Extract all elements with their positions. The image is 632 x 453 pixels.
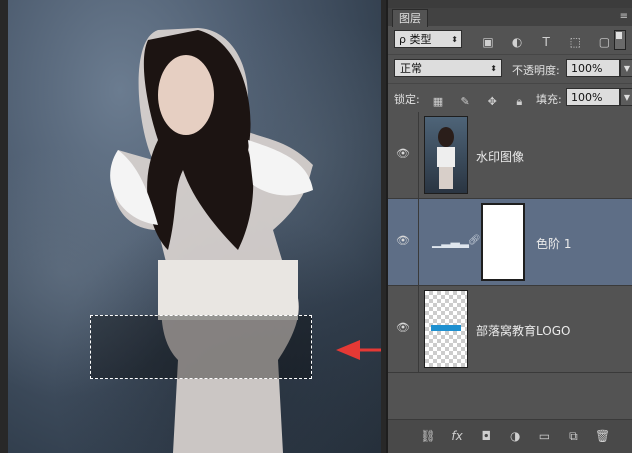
eye-icon[interactable]: 👁︎ [396,234,410,248]
smart-object-filter-icon[interactable]: ▢ [596,34,612,50]
logo-mark [431,325,461,331]
adjustment-icon[interactable]: ◑ [505,420,525,453]
lock-position-icon[interactable]: ✥ [484,95,500,108]
filter-label: ρ 类型 [399,33,432,46]
layer-row[interactable]: 👁︎ 部落窝教育LOGO [388,286,632,373]
lock-row: 锁定: ▦ ✎ ✥ 🔒︎ 填充: 100% ▼ [388,84,632,113]
layer-name: 水印图像 [476,150,525,164]
layers-bottom-toolbar: ⛓︎ fx ◘ ◑ ▭ ⧉ 🗑︎ [388,419,632,453]
panel-menu-icon[interactable]: ≡ [620,11,628,22]
layer-name: 色阶 1 [536,237,572,251]
link-icon[interactable]: 🔗︎ [468,235,481,246]
new-layer-icon[interactable]: ⧉ [563,420,583,453]
layer-mask-thumbnail[interactable] [481,203,525,281]
levels-adjustment-icon: ▁▂▃▂ [432,234,469,248]
layer-row-selected[interactable]: 👁︎ ▁▂▃▂ 🔗︎ 色阶 1 [388,199,632,286]
marquee-selection[interactable] [90,315,312,379]
adjustment-filter-icon[interactable]: ◐ [509,34,525,50]
pixel-filter-icon[interactable]: ▣ [480,34,496,50]
lock-all-icon[interactable]: 🔒︎ [511,95,527,109]
opacity-dropdown-icon[interactable]: ▼ [620,59,632,77]
blend-mode-select[interactable]: 正常 ⬍ [394,59,502,77]
blend-row: 正常 ⬍ 不透明度: 100% ▼ [388,55,632,84]
layer-row[interactable]: 👁︎ 水印图像 [388,112,632,199]
fill-label: 填充: [536,93,562,106]
lock-image-icon[interactable]: ✎ [457,95,473,108]
layers-panel: 图层 ≡ ρ 类型 ⬍ ▣ ◐ T ⬚ ▢ 正常 ⬍ 不透明度: 100% ▼ … [386,0,632,453]
divider [418,286,419,372]
filter-row: ρ 类型 ⬍ ▣ ◐ T ⬚ ▢ [388,26,632,55]
canvas-area[interactable] [0,0,386,453]
layers-list: 👁︎ 水印图像 👁︎ ▁▂▃▂ 🔗︎ 色阶 1 👁︎ 部落窝教育LOGO [388,112,632,420]
panel-tabrow: 图层 ≡ [388,8,632,27]
eye-icon[interactable]: 👁︎ [396,147,410,161]
lock-transparent-icon[interactable]: ▦ [430,95,446,108]
panel-topbar [388,0,632,8]
blend-mode-value: 正常 [400,62,422,75]
model-figure [110,28,313,453]
link-layers-icon[interactable]: ⛓︎ [418,420,438,453]
shape-filter-icon[interactable]: ⬚ [567,34,583,50]
lock-label: 锁定: [394,93,420,106]
thumbnail-figure [437,127,455,189]
trash-icon[interactable]: 🗑︎ [593,420,613,453]
filter-toggle[interactable] [614,30,626,50]
red-arrow-annotation [336,340,381,360]
layer-name: 部落窝教育LOGO [476,324,571,338]
add-mask-icon[interactable]: ◘ [476,420,496,453]
divider [418,199,419,285]
fx-icon[interactable]: fx [447,420,467,453]
fill-dropdown-icon[interactable]: ▼ [620,88,632,106]
document-photo[interactable] [8,0,381,453]
divider [418,112,419,198]
eye-icon[interactable]: 👁︎ [396,321,410,335]
folder-icon[interactable]: ▭ [534,420,554,453]
layer-thumbnail [424,116,468,194]
layer-thumbnail [424,290,468,368]
select-arrows-icon: ⬍ [490,64,497,73]
fill-input[interactable]: 100% [566,88,620,106]
opacity-label: 不透明度: [512,64,560,77]
type-filter-icon[interactable]: T [538,34,554,50]
select-arrows-icon: ⬍ [451,35,458,44]
lock-buttons: ▦ ✎ ✥ 🔒︎ [430,90,533,109]
tab-layers[interactable]: 图层 [392,9,428,27]
filter-tools: ▣ ◐ T ⬚ ▢ [480,31,620,50]
layer-filter-select[interactable]: ρ 类型 ⬍ [394,30,462,48]
opacity-input[interactable]: 100% [566,59,620,77]
